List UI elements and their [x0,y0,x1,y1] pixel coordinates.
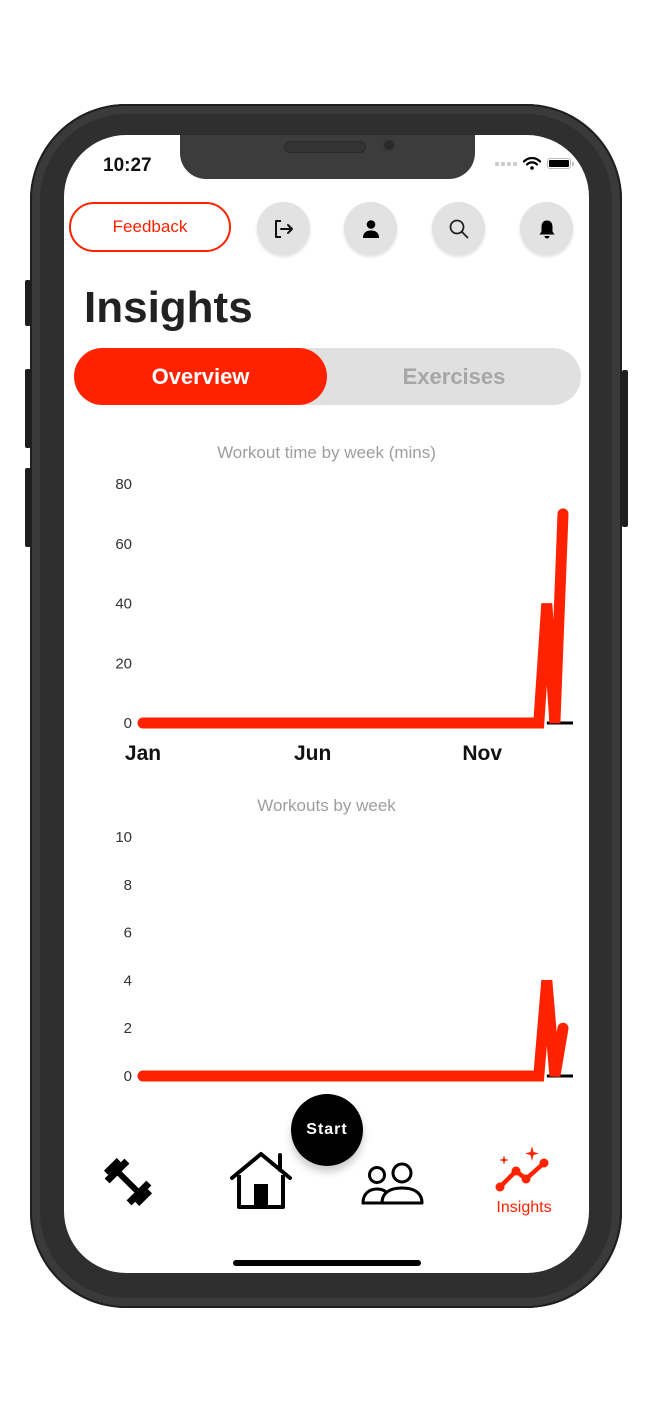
side-button-volume-down [25,468,31,547]
home-icon [230,1152,292,1209]
y-tick-label: 80 [115,476,132,493]
x-tick-label: Jan [125,742,161,765]
nav-item-social[interactable] [360,1161,426,1209]
chart-title-workout-time: Workout time by week (mins) [217,443,436,462]
insights-icon [495,1146,549,1192]
screen: 10:27 Feedback Insights Overview Exercis… [64,135,589,1273]
y-tick-label: 8 [124,877,132,894]
feedback-button[interactable]: Feedback [69,202,231,252]
tab-switcher: Overview Exercises [74,348,581,405]
wifi-icon [523,157,541,170]
cellular-signal-icon [495,161,517,166]
notch [180,135,475,179]
y-tick-label: 20 [115,655,132,672]
home-indicator[interactable] [233,1260,421,1266]
y-tick-label: 2 [124,1020,132,1037]
tab-overview[interactable]: Overview [74,348,327,405]
y-tick-label: 0 [124,1068,132,1085]
side-button-power [622,370,628,527]
chart-title-workouts: Workouts by week [257,796,396,815]
nav-item-workouts[interactable] [98,1152,158,1212]
nav-item-insights[interactable]: Insights [492,1145,556,1217]
search-icon [449,219,468,238]
profile-button[interactable] [344,202,397,255]
y-tick-label: 4 [124,972,132,989]
search-button[interactable] [432,202,485,255]
y-tick-label: 0 [124,715,132,732]
y-tick-label: 6 [124,925,132,942]
dumbbell-icon [103,1157,153,1207]
battery-icon [547,158,574,169]
nav-item-home[interactable] [228,1150,294,1212]
chart-workout-time: 0 20 40 60 80 Jan Jun Nov [115,476,573,765]
side-button-volume-up [25,369,31,448]
chart-workouts: 0 2 4 6 8 10 [115,829,573,1085]
notifications-button[interactable] [520,202,573,255]
page-title: Insights [84,283,253,332]
logout-icon [274,219,293,238]
profile-icon [362,219,379,238]
y-tick-label: 10 [115,829,132,846]
tab-exercises[interactable]: Exercises [327,348,581,405]
y-tick-label: 40 [115,596,132,613]
y-tick-label: 60 [115,536,132,553]
logout-button[interactable] [257,202,310,255]
nav-label-insights: Insights [496,1199,552,1216]
x-tick-label: Nov [462,742,502,765]
people-icon [361,1162,424,1205]
status-icons [495,157,574,170]
camera [382,138,396,152]
status-time: 10:27 [103,155,152,176]
start-workout-button[interactable]: Start [291,1094,363,1166]
bell-icon [539,220,554,238]
x-tick-label: Jun [294,742,331,765]
side-button-mute [25,280,31,326]
series-line [137,979,569,1082]
speaker [284,141,366,153]
series-line [137,508,569,729]
